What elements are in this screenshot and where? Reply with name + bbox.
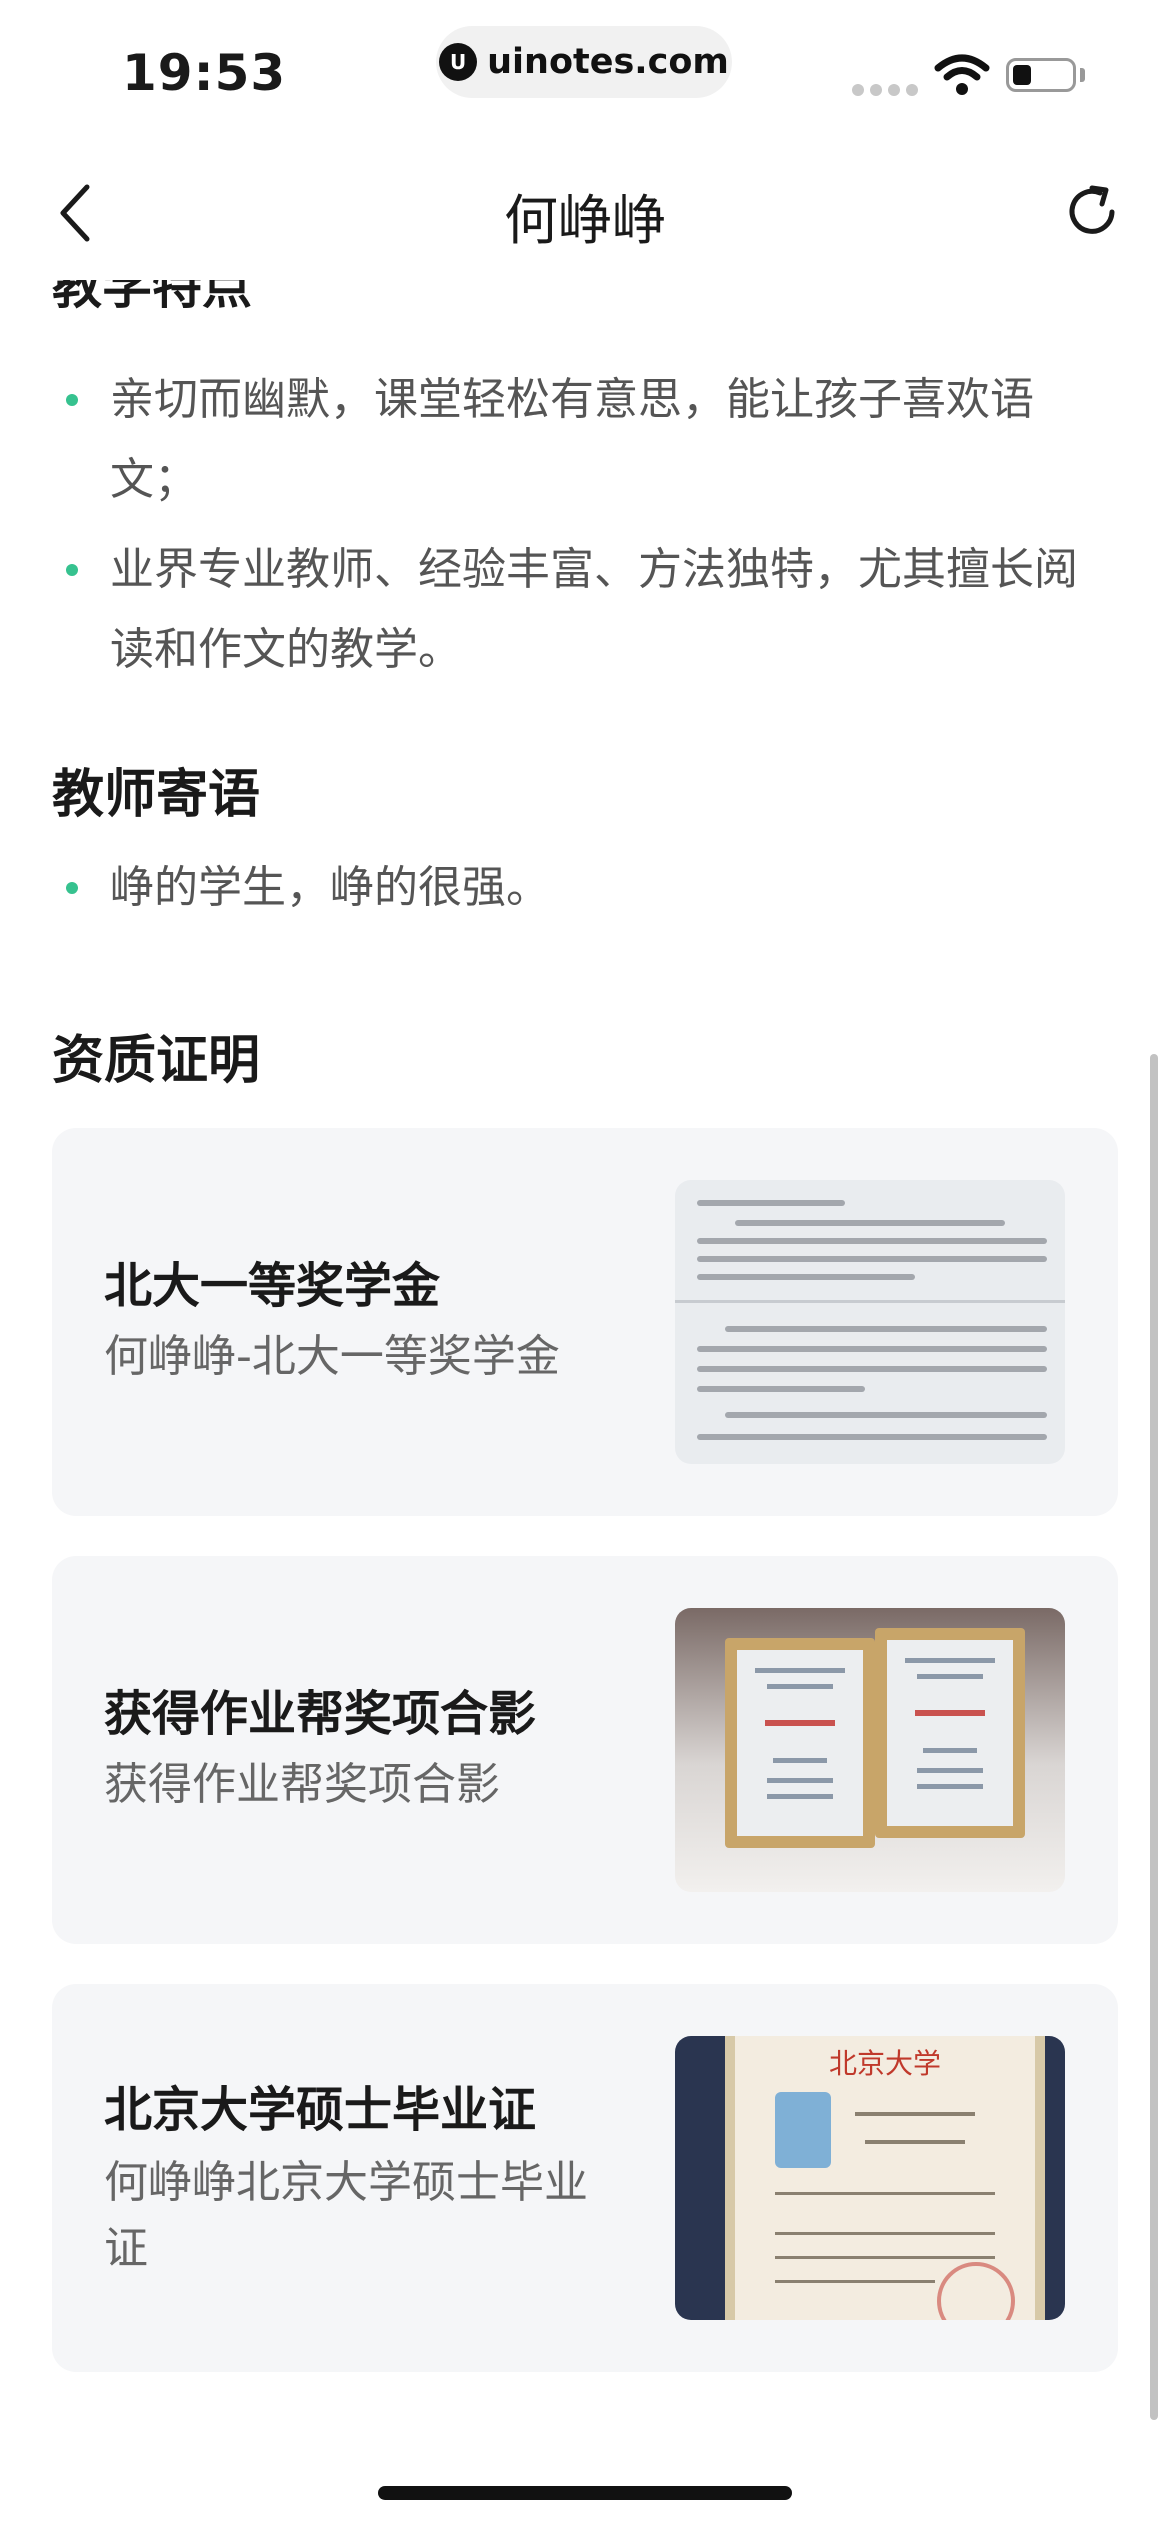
section-title-certificates: 资质证明: [52, 1031, 261, 1091]
certificate-card[interactable]: 获得作业帮奖项合影 获得作业帮奖项合影: [52, 1556, 1118, 1944]
site-logo-icon: U: [439, 43, 478, 81]
certificate-image[interactable]: 北京大学: [675, 2036, 1065, 2320]
certificate-image[interactable]: [675, 1180, 1065, 1464]
certificate-image[interactable]: [675, 1608, 1065, 1892]
battery-nub: [1080, 68, 1085, 82]
refresh-button[interactable]: [1054, 174, 1130, 250]
certificate-card[interactable]: 北大一等奖学金 何峥峥-北大一等奖学金: [52, 1128, 1118, 1516]
bullet-dot-icon: [66, 882, 78, 894]
certificate-title: 北京大学硕士毕业证: [104, 2082, 537, 2138]
certificate-card[interactable]: 北京大学硕士毕业证 何峥峥北京大学硕士毕业证 北京大学: [52, 1984, 1118, 2372]
refresh-icon: [1069, 185, 1115, 234]
battery-icon: [1006, 58, 1076, 92]
certificate-subtitle: 获得作业帮奖项合影: [104, 1759, 500, 1810]
home-indicator[interactable]: [378, 2486, 792, 2500]
status-bar: 19:53 U uinotes.com: [0, 0, 1170, 140]
diploma-paper: 北京大学: [725, 2036, 1045, 2320]
url-pill[interactable]: U uinotes.com: [436, 26, 732, 98]
section-title-teacher-message: 教师寄语: [52, 765, 261, 825]
certificate-subtitle: 何峥峥北京大学硕士毕业证: [104, 2157, 588, 2274]
diploma-photo: [775, 2092, 831, 2168]
list-item: 峥的学生，峥的很强。: [0, 848, 1170, 928]
bullet-dot-icon: [66, 394, 78, 406]
nav-bar: 何峥峥: [0, 140, 1170, 280]
list-item: 业界专业教师、经验丰富、方法独特，尤其擅长阅读和作文的教学。: [0, 530, 1170, 690]
certificate-title: 北大一等奖学金: [104, 1258, 441, 1314]
award-frame: [725, 1638, 875, 1848]
teaching-features-list: 亲切而幽默，课堂轻松有意思，能让孩子喜欢语文； 业界专业教师、经验丰富、方法独特…: [0, 360, 1170, 690]
cellular-signal-icon: [852, 84, 918, 96]
wifi-icon: [934, 54, 990, 95]
bullet-dot-icon: [66, 564, 78, 576]
diploma-header: 北京大学: [828, 2047, 941, 2080]
seal-icon: [937, 2262, 1015, 2320]
url-text: uinotes.com: [487, 42, 729, 82]
page-title: 何峥峥: [504, 189, 666, 252]
status-time: 19:53: [122, 44, 287, 102]
section-title-teaching-features: 教学特点: [52, 280, 252, 315]
certificate-subtitle: 何峥峥-北大一等奖学金: [104, 1331, 560, 1382]
content-area[interactable]: 教学特点 亲切而幽默，课堂轻松有意思，能让孩子喜欢语文； 业界专业教师、经验丰富…: [0, 280, 1170, 2460]
award-frame: [875, 1628, 1025, 1838]
scrollbar[interactable]: [1150, 1054, 1158, 2420]
teacher-message-list: 峥的学生，峥的很强。: [0, 848, 1170, 928]
list-item: 亲切而幽默，课堂轻松有意思，能让孩子喜欢语文；: [0, 360, 1170, 520]
certificate-title: 获得作业帮奖项合影: [104, 1686, 537, 1742]
